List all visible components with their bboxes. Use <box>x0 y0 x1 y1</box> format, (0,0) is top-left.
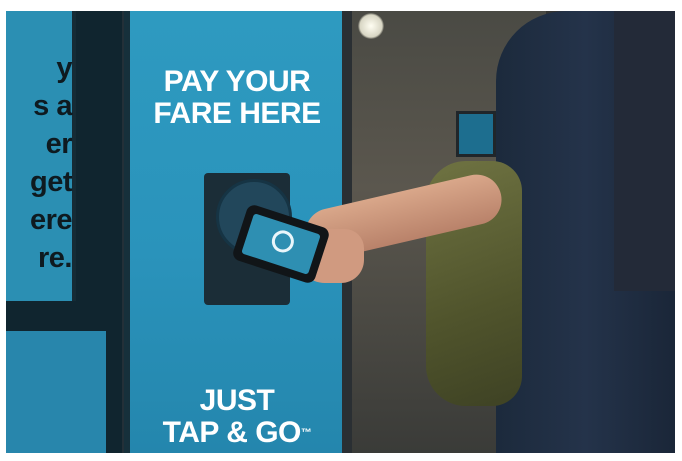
left-screen-text: y s a er get ere re. <box>29 52 73 274</box>
left-kiosk: y s a er get ere re. <box>6 11 122 453</box>
left-kiosk-screen: y s a er get ere re. <box>6 11 76 301</box>
photo: y s a er get ere re. PAY YOUR FARE HERE … <box>6 11 675 453</box>
panel-footer: JUST TAP & GO™ <box>142 385 332 449</box>
panel-title: PAY YOUR FARE HERE <box>142 66 332 130</box>
trademark-symbol: ™ <box>300 427 312 439</box>
panel-footer-line2: TAP & GO™ <box>142 417 332 449</box>
panel-title-line2: FARE HERE <box>153 97 321 130</box>
background-screen <box>456 111 496 157</box>
phone-logo-icon <box>269 227 297 256</box>
panel-footer-tap-go: TAP & GO <box>162 416 302 449</box>
panel-title-line1: PAY YOUR <box>163 65 311 98</box>
left-kiosk-lower-panel <box>6 331 106 453</box>
ceiling-light <box>358 13 384 39</box>
woman-jacket <box>614 11 675 291</box>
phone-screen <box>241 213 321 275</box>
panel-footer-line1: JUST <box>199 384 275 417</box>
